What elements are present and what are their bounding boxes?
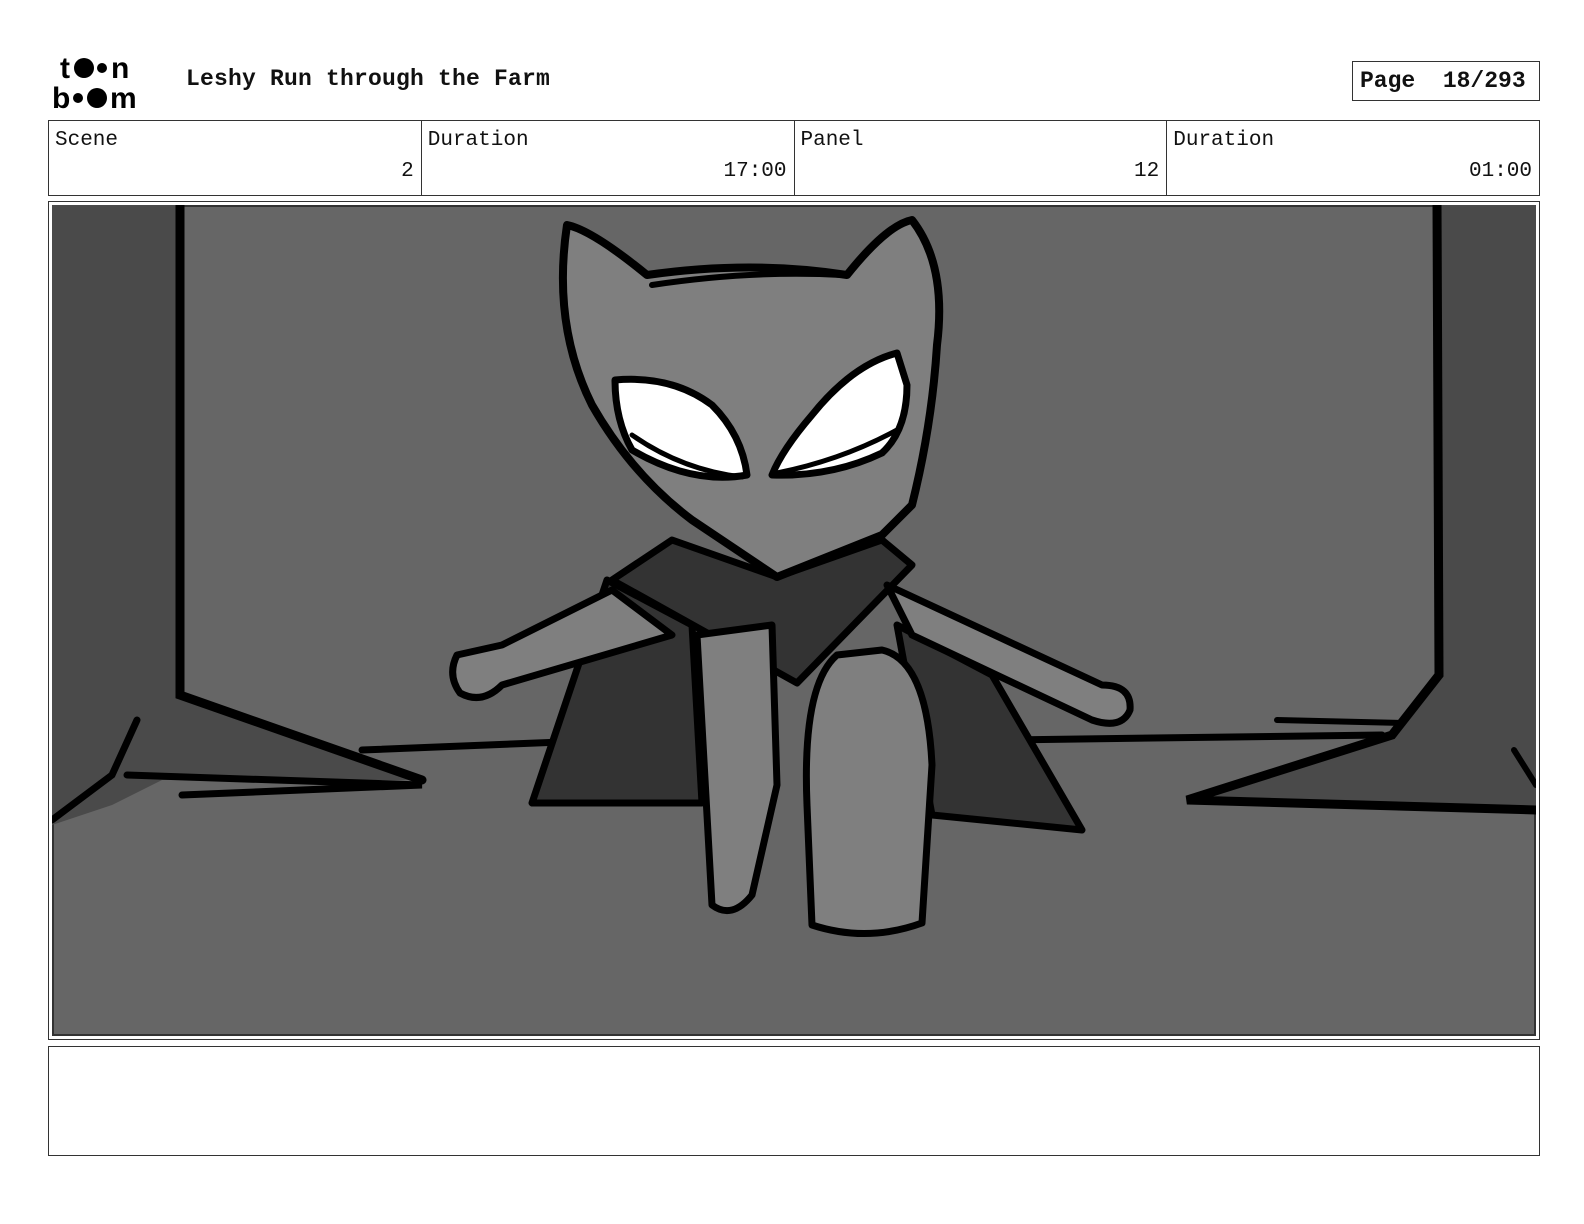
svg-text:t: t bbox=[60, 52, 70, 85]
document-title: Leshy Run through the Farm bbox=[186, 66, 551, 92]
panel-notes-box bbox=[48, 1046, 1540, 1156]
page-number: 18/293 bbox=[1442, 68, 1526, 94]
scene-cell: Scene 2 bbox=[49, 121, 422, 195]
panel-info-table: Scene 2 Duration 17:00 Panel 12 Duration… bbox=[48, 120, 1540, 196]
scene-label: Scene bbox=[55, 129, 119, 152]
panel-duration-value: 01:00 bbox=[1468, 160, 1532, 183]
toon-boom-logo: t n b m bbox=[52, 52, 137, 112]
page-label: Page bbox=[1360, 68, 1416, 94]
panel-cell: Panel 12 bbox=[795, 121, 1168, 195]
panel-drawing bbox=[52, 205, 1536, 1036]
scene-duration-cell: Duration 17:00 bbox=[422, 121, 795, 195]
panel-label: Panel bbox=[800, 129, 864, 152]
svg-text:n: n bbox=[111, 52, 129, 85]
storyboard-panel bbox=[48, 201, 1540, 1040]
page-indicator: Page 18/293 bbox=[1352, 61, 1540, 101]
scene-duration-value: 17:00 bbox=[723, 160, 787, 183]
svg-text:m: m bbox=[110, 82, 137, 112]
scene-value: 2 bbox=[401, 160, 414, 183]
scene-duration-label: Duration bbox=[427, 129, 529, 152]
panel-duration-label: Duration bbox=[1173, 129, 1275, 152]
panel-value: 12 bbox=[1134, 160, 1160, 183]
svg-text:b: b bbox=[52, 82, 70, 112]
panel-duration-cell: Duration 01:00 bbox=[1167, 121, 1539, 195]
